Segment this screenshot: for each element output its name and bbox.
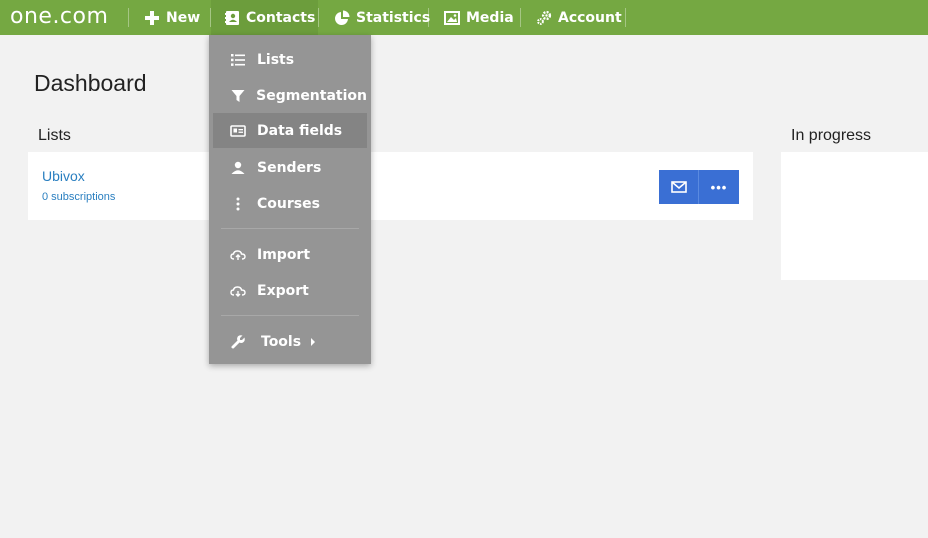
pie-chart-icon [335, 10, 350, 25]
gears-icon [537, 10, 552, 25]
in-progress-section-label: In progress [791, 127, 872, 144]
nav-item-media[interactable]: Media [444, 0, 514, 35]
nav-separator [428, 8, 429, 27]
nav-item-label: Account [558, 9, 622, 26]
top-navigation-bar: one.com New Contacts Statistics Media Ac… [0, 0, 928, 35]
list-icon [231, 53, 245, 66]
nav-item-new[interactable]: New [144, 0, 200, 35]
in-progress-panel [781, 152, 928, 280]
nav-separator [520, 8, 521, 27]
cloud-upload-icon [230, 249, 246, 260]
nav-item-label: New [166, 9, 201, 26]
list-card: Ubivox 0 subscriptions ••• [28, 152, 753, 220]
menu-item-courses[interactable]: Courses [213, 186, 367, 221]
menu-item-lists[interactable]: Lists [213, 42, 367, 77]
address-book-icon [225, 10, 239, 25]
menu-separator [221, 228, 359, 229]
nav-item-account[interactable]: Account [536, 0, 622, 35]
envelope-icon [671, 181, 687, 193]
filter-icon [231, 89, 245, 102]
page-title: Dashboard [34, 70, 147, 96]
menu-item-export[interactable]: Export [213, 273, 367, 308]
menu-item-label: Senders [257, 159, 322, 176]
menu-separator [221, 315, 359, 316]
user-icon [231, 161, 245, 174]
lists-section-label: Lists [38, 127, 71, 144]
menu-item-label: Segmentation [256, 87, 367, 104]
plus-icon [145, 10, 159, 25]
menu-item-segmentation[interactable]: Segmentation [213, 78, 367, 113]
wrench-icon [231, 334, 245, 348]
menu-item-label: Lists [257, 51, 295, 68]
menu-item-label: Import [257, 246, 311, 263]
nav-item-label: Statistics [356, 9, 431, 26]
nav-item-contacts[interactable]: Contacts [211, 0, 318, 35]
chevron-right-icon [311, 337, 316, 346]
nav-item-statistics[interactable]: Statistics [334, 0, 430, 35]
menu-item-label: Tools [261, 333, 302, 350]
logo[interactable]: one.com [10, 4, 108, 30]
nav-separator [318, 8, 319, 27]
nav-item-label: Media [466, 9, 514, 26]
menu-item-tools[interactable]: Tools [213, 324, 367, 359]
menu-item-label: Courses [257, 195, 320, 212]
menu-item-label: Export [257, 282, 309, 299]
id-card-icon [230, 124, 246, 137]
send-email-button[interactable] [659, 170, 699, 204]
menu-item-import[interactable]: Import [213, 237, 367, 272]
more-dots-icon: ••• [710, 179, 728, 195]
nav-separator [128, 8, 129, 27]
more-options-button[interactable]: ••• [699, 170, 739, 204]
menu-item-senders[interactable]: Senders [213, 150, 367, 185]
list-name-link[interactable]: Ubivox [42, 168, 85, 184]
menu-item-label: Data fields [257, 122, 343, 139]
nav-separator [625, 8, 626, 27]
nav-item-label: Contacts [246, 9, 316, 26]
vertical-dots-icon [236, 197, 240, 210]
cloud-download-icon [230, 285, 246, 297]
image-icon [444, 10, 460, 25]
menu-item-data-fields[interactable]: Data fields [213, 113, 367, 148]
contacts-dropdown-menu: Lists Segmentation Data fields Senders C… [209, 35, 371, 364]
list-subscriptions-link[interactable]: 0 subscriptions [42, 191, 115, 203]
